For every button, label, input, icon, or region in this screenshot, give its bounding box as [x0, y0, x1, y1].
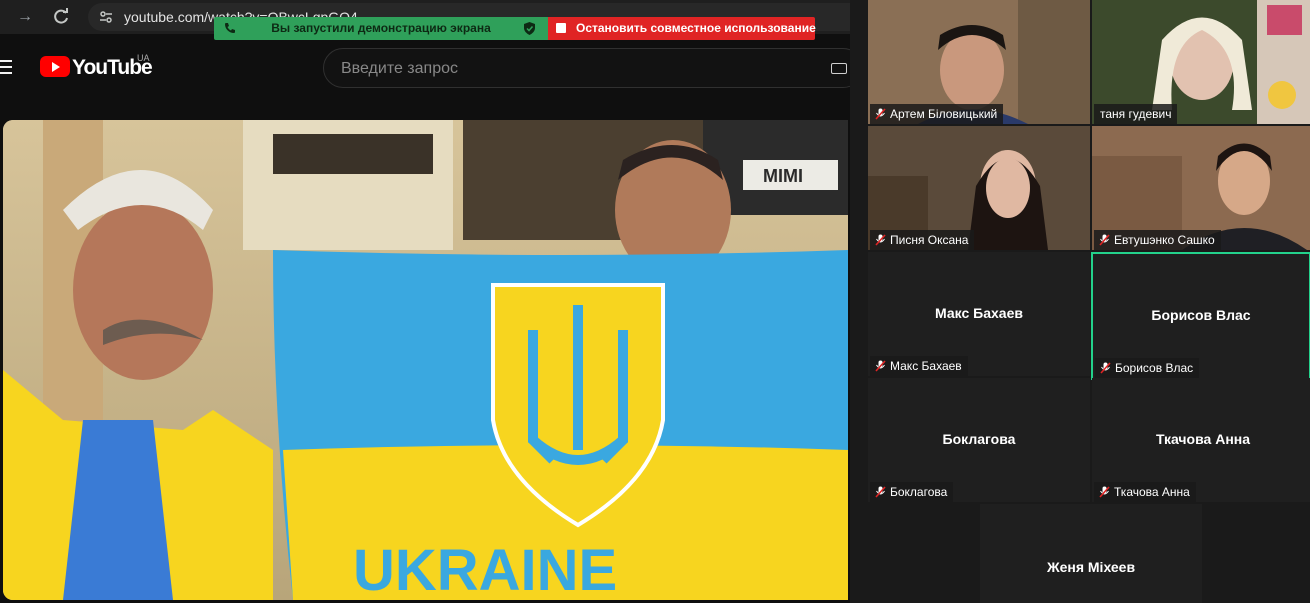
stop-square-icon [556, 23, 566, 33]
participant-name: Макс Бахаев [890, 359, 962, 373]
screen: → youtube.com/watch?v=QBwcLgpGO4 Вы запу… [0, 0, 1310, 603]
stop-sharing-button[interactable]: Остановить совместное использование [548, 17, 816, 40]
participant-tile[interactable]: Женя Міхеев [980, 504, 1202, 603]
participant-tile[interactable]: таня гудевич [1092, 0, 1310, 124]
participant-display-name: Ткачова Анна [1155, 431, 1251, 447]
flag-caption: UKRAINE [353, 538, 617, 600]
hamburger-icon[interactable] [0, 60, 12, 74]
sharing-status-banner: Вы запустили демонстрацию экрана [214, 17, 548, 40]
video-player[interactable]: MIMI UKRAINE [3, 120, 848, 600]
participant-tile[interactable]: Ткачова Анна Ткачова Анна [1092, 378, 1310, 502]
participant-name-label: Евтушэнко Сашко [1094, 230, 1221, 250]
participant-name: Евтушэнко Сашко [1114, 233, 1215, 247]
search-input[interactable]: Введите запрос [323, 48, 850, 88]
muted-mic-icon [875, 234, 886, 246]
participant-tile[interactable]: Артем Біловицький [868, 0, 1090, 124]
muted-mic-icon [1100, 362, 1111, 374]
participant-display-name: Макс Бахаев [935, 305, 1023, 321]
participant-display-name: Боклагова [942, 431, 1016, 447]
participant-name: Боклагова [890, 485, 948, 499]
participant-name-label: Макс Бахаев [870, 356, 968, 376]
youtube-header: YouTube UA Введите запрос [0, 40, 850, 96]
shield-check-icon [524, 22, 535, 35]
participant-tile-active-speaker[interactable]: Борисов Влас Борисов Влас [1091, 252, 1310, 380]
arrow-left-icon[interactable]: → [14, 6, 36, 28]
participant-name-label: Артем Біловицький [870, 104, 1004, 124]
participant-name-label: Боклагова [870, 482, 954, 502]
reload-icon[interactable] [50, 6, 72, 28]
participant-name: Артем Біловицький [890, 107, 998, 121]
participant-name-label: Ткачова Анна [1094, 482, 1196, 502]
muted-mic-icon [1099, 234, 1110, 246]
muted-mic-icon [875, 360, 886, 372]
participant-name-label: Борисов Влас [1095, 358, 1200, 378]
video-frame: MIMI UKRAINE [3, 120, 848, 600]
participant-name-label: Писня Оксана [870, 230, 975, 250]
participant-tile[interactable]: Макс Бахаев Макс Бахаев [868, 252, 1090, 376]
stop-sharing-label: Остановить совместное использование [576, 21, 816, 35]
shop-sign: MIMI [763, 166, 803, 186]
meeting-gallery: Артем Біловицький таня гудевич Писня Окс… [850, 0, 1310, 603]
muted-mic-icon [875, 486, 886, 498]
search-placeholder: Введите запрос [341, 60, 458, 77]
muted-mic-icon [875, 108, 886, 120]
participant-tile[interactable]: Писня Оксана [868, 126, 1090, 250]
browser-window: → youtube.com/watch?v=QBwcLgpGO4 Вы запу… [0, 0, 850, 603]
participant-display-name: Женя Міхеев [1046, 559, 1136, 575]
sharing-status-text: Вы запустили демонстрацию экрана [271, 21, 491, 35]
keyboard-icon[interactable] [831, 63, 847, 74]
youtube-logo-icon[interactable] [40, 56, 70, 77]
participant-tile[interactable]: Евтушэнко Сашко [1092, 126, 1310, 250]
participant-name: Ткачова Анна [1114, 485, 1190, 499]
tune-icon[interactable] [98, 9, 114, 25]
region-code: UA [137, 53, 150, 63]
participant-name: Писня Оксана [890, 233, 969, 247]
participant-name: таня гудевич [1100, 107, 1172, 121]
participant-name: Борисов Влас [1115, 361, 1194, 375]
participant-tile[interactable]: Боклагова Боклагова [868, 378, 1090, 502]
participant-display-name: Борисов Влас [1151, 307, 1251, 323]
muted-mic-icon [1099, 486, 1110, 498]
participant-name-label: таня гудевич [1094, 104, 1178, 124]
